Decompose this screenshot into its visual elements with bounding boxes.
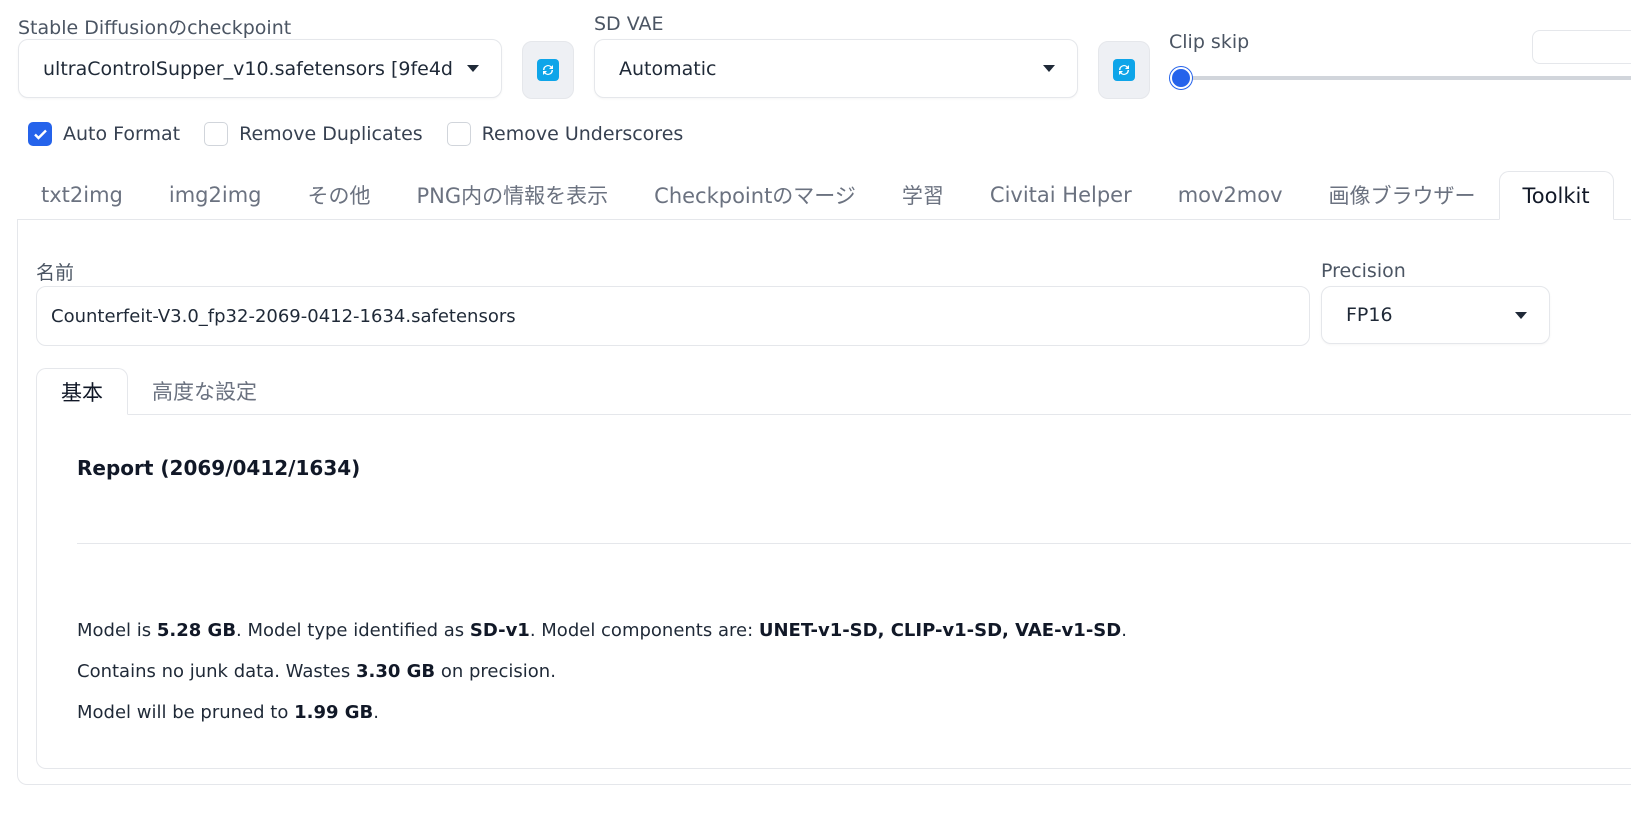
report-line-model: Model is 5.28 GB. Model type identified … <box>77 620 1127 641</box>
chevron-down-icon <box>1515 311 1527 319</box>
model-size: 5.28 GB <box>156 620 237 641</box>
auto-format-option[interactable]: Auto Format <box>28 122 180 146</box>
tab-checkpoint-merger[interactable]: Checkpointのマージ <box>631 171 879 219</box>
toolkit-subtabs: 基本 高度な設定 <box>36 368 1631 415</box>
refresh-icon <box>537 59 559 81</box>
chevron-down-icon <box>467 65 479 72</box>
clip-skip-slider-track[interactable] <box>1181 76 1631 80</box>
name-label: 名前 <box>36 262 75 284</box>
report-text: Model will be pruned to <box>77 702 295 723</box>
refresh-vae-button[interactable] <box>1098 41 1150 99</box>
tab-train[interactable]: 学習 <box>879 171 967 219</box>
tab-toolkit[interactable]: Toolkit <box>1498 171 1614 220</box>
clip-skip-label: Clip skip <box>1169 31 1250 53</box>
model-components: UNET-v1-SD, CLIP-v1-SD, VAE-v1-SD <box>758 620 1122 641</box>
remove-duplicates-checkbox[interactable] <box>204 122 229 146</box>
tab-basic[interactable]: 基本 <box>36 368 128 415</box>
main-tabs: txt2img img2img その他 PNG内の情報を表示 Checkpoin… <box>18 171 1631 220</box>
auto-format-checkbox[interactable] <box>28 122 52 146</box>
vae-value: Automatic <box>619 57 717 80</box>
report-text: . <box>373 702 379 723</box>
vae-label: SD VAE <box>594 13 664 35</box>
report-text: . Model components are: <box>529 620 759 641</box>
auto-format-label: Auto Format <box>63 123 181 145</box>
remove-duplicates-label: Remove Duplicates <box>239 123 423 145</box>
remove-underscores-option[interactable]: Remove Underscores <box>446 122 684 146</box>
tab-extras[interactable]: その他 <box>285 171 394 219</box>
checkmark-icon <box>33 129 47 140</box>
divider <box>77 543 1631 544</box>
refresh-icon <box>1113 59 1135 81</box>
clip-skip-number-input[interactable] <box>1532 30 1631 64</box>
remove-underscores-label: Remove Underscores <box>481 123 684 145</box>
report-text: Contains no junk data. Wastes <box>77 661 356 682</box>
remove-duplicates-option[interactable]: Remove Duplicates <box>204 122 423 146</box>
remove-underscores-checkbox[interactable] <box>446 122 471 146</box>
precision-value: FP16 <box>1346 304 1393 326</box>
precision-dropdown[interactable]: FP16 <box>1321 286 1550 344</box>
vae-dropdown[interactable]: Automatic <box>594 39 1078 98</box>
report-line-waste: Contains no junk data. Wastes 3.30 GB on… <box>77 661 556 682</box>
report-text: . Model type identified as <box>236 620 470 641</box>
tab-civitai-helper[interactable]: Civitai Helper <box>967 171 1155 219</box>
tab-img2img[interactable]: img2img <box>146 171 285 219</box>
format-options: Auto Format Remove Duplicates Remove Und… <box>28 122 707 146</box>
tab-txt2img[interactable]: txt2img <box>18 171 146 219</box>
chevron-down-icon <box>1043 65 1055 72</box>
tab-png-info[interactable]: PNG内の情報を表示 <box>394 171 632 219</box>
checkpoint-dropdown[interactable]: ultraControlSupper_v10.safetensors [9fe4… <box>18 39 502 98</box>
report-text: on precision. <box>435 661 556 682</box>
pruned-size: 1.99 GB <box>294 702 374 723</box>
checkpoint-label: Stable Diffusionのcheckpoint <box>18 17 292 39</box>
report-text: . <box>1121 620 1127 641</box>
report-line-pruned: Model will be pruned to 1.99 GB. <box>77 702 379 723</box>
precision-label: Precision <box>1321 260 1406 282</box>
refresh-checkpoint-button[interactable] <box>522 41 574 99</box>
checkpoint-value: ultraControlSupper_v10.safetensors [9fe4… <box>43 57 453 80</box>
report-text: Model is <box>77 620 157 641</box>
tab-advanced[interactable]: 高度な設定 <box>128 368 281 414</box>
name-input[interactable]: Counterfeit-V3.0_fp32-2069-0412-1634.saf… <box>36 286 1310 346</box>
tab-mov2mov[interactable]: mov2mov <box>1155 171 1306 219</box>
tab-image-browser[interactable]: 画像ブラウザー <box>1306 171 1499 219</box>
report-title: Report (2069/0412/1634) <box>77 456 361 480</box>
model-type: SD-v1 <box>469 620 530 641</box>
clip-skip-slider-thumb[interactable] <box>1170 67 1192 89</box>
wasted-size: 3.30 GB <box>355 661 436 682</box>
